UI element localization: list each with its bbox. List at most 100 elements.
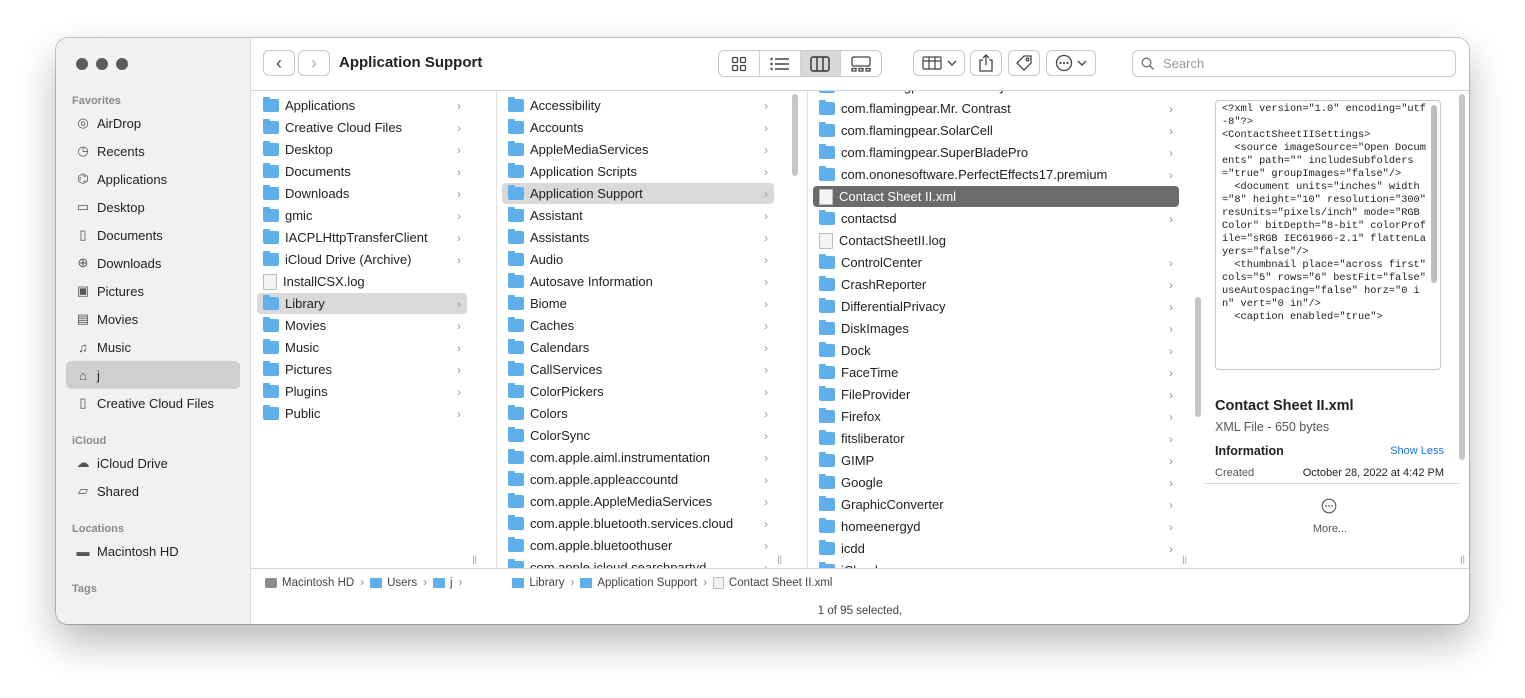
list-view-button[interactable] xyxy=(760,51,801,76)
folder-row[interactable]: Calendars › xyxy=(502,337,774,358)
folder-row[interactable]: Music › xyxy=(257,337,467,358)
sidebar-item-recents[interactable]: ◷ Recents xyxy=(66,137,240,165)
folder-row[interactable]: DifferentialPrivacy › xyxy=(813,296,1179,317)
sidebar-item-movies[interactable]: ▤ Movies xyxy=(66,305,240,333)
folder-row[interactable]: ColorSync › xyxy=(502,425,774,446)
file-row[interactable]: Contact Sheet II.xml xyxy=(813,186,1179,207)
folder-row[interactable]: AppleMediaServices › xyxy=(502,139,774,160)
folder-row[interactable]: Creative Cloud Files › xyxy=(257,117,467,138)
sidebar-item-music[interactable]: ♫ Music xyxy=(66,333,240,361)
folder-row[interactable]: Assistants › xyxy=(502,227,774,248)
folder-row[interactable]: GIMP › xyxy=(813,450,1179,471)
folder-row[interactable]: com.apple.AppleMediaServices › xyxy=(502,491,774,512)
folder-row[interactable]: com.ononesoftware.PerfectEffects17.premi… xyxy=(813,164,1179,185)
zoom-button[interactable] xyxy=(116,58,128,70)
folder-row[interactable]: CrashReporter › xyxy=(813,274,1179,295)
sidebar-item-macintosh-hd[interactable]: ▬ Macintosh HD xyxy=(66,537,240,565)
folder-row[interactable]: ControlCenter › xyxy=(813,252,1179,273)
folder-row[interactable]: Biome › xyxy=(502,293,774,314)
folder-row[interactable]: homeenergyd › xyxy=(813,516,1179,537)
folder-row[interactable]: Application Scripts › xyxy=(502,161,774,182)
folder-row[interactable]: Colors › xyxy=(502,403,774,424)
sidebar-item-shared[interactable]: ▱ Shared xyxy=(66,477,240,505)
sidebar-item-applications[interactable]: ⌬ Applications xyxy=(66,165,240,193)
folder-row[interactable]: ColorPickers › xyxy=(502,381,774,402)
sidebar-item-downloads[interactable]: ⊕ Downloads xyxy=(66,249,240,277)
folder-row[interactable]: icdd › xyxy=(813,538,1179,559)
back-button[interactable]: ‹ xyxy=(263,50,295,76)
folder-row[interactable]: Assistant › xyxy=(502,205,774,226)
folder-row[interactable]: Accessibility › xyxy=(502,95,774,116)
folder-row[interactable]: Movies › xyxy=(257,315,467,336)
icon-view-button[interactable] xyxy=(719,51,760,76)
sidebar-item-documents[interactable]: ▯ Documents xyxy=(66,221,240,249)
folder-row[interactable]: Accounts › xyxy=(502,117,774,138)
folder-row[interactable]: Downloads › xyxy=(257,183,467,204)
folder-row[interactable]: Library › xyxy=(257,293,467,314)
show-less-link[interactable]: Show Less xyxy=(1390,445,1444,457)
folder-row[interactable]: FileProvider › xyxy=(813,384,1179,405)
folder-row[interactable]: Audio › xyxy=(502,249,774,270)
folder-row[interactable]: com.apple.aiml.instrumentation › xyxy=(502,447,774,468)
file-row[interactable]: InstallCSX.log xyxy=(257,271,467,292)
folder-row[interactable]: com.flamingpear.SuperBladePro › xyxy=(813,142,1179,163)
path-segment[interactable]: Users xyxy=(370,577,417,589)
path-segment[interactable]: Macintosh HD xyxy=(265,577,354,589)
folder-row[interactable]: fitsliberator › xyxy=(813,428,1179,449)
sidebar-item-j[interactable]: ⌂ j xyxy=(66,361,240,389)
more-label[interactable]: More... xyxy=(1205,523,1455,535)
search-field[interactable] xyxy=(1132,50,1456,77)
folder-row[interactable]: Autosave Information › xyxy=(502,271,774,292)
group-by-button[interactable] xyxy=(913,50,965,76)
file-row[interactable]: ContactSheetII.log xyxy=(813,230,1179,251)
file-preview[interactable]: <?xml version="1.0" encoding="utf-8"?> <… xyxy=(1215,100,1441,370)
column-view-button[interactable] xyxy=(800,51,842,76)
folder-row[interactable]: com.apple.bluetooth.services.cloud › xyxy=(502,513,774,534)
folder-row[interactable]: Caches › xyxy=(502,315,774,336)
sidebar-item-creative-cloud-files[interactable]: ▯ Creative Cloud Files xyxy=(66,389,240,417)
folder-row[interactable]: GraphicConverter › xyxy=(813,494,1179,515)
path-segment[interactable]: Library xyxy=(512,577,565,589)
sidebar-item-airdrop[interactable]: ◎ AirDrop xyxy=(66,109,240,137)
folder-row[interactable]: Plugins › xyxy=(257,381,467,402)
more-button[interactable] xyxy=(1311,498,1347,514)
folder-row[interactable]: Google › xyxy=(813,472,1179,493)
scrollbar-application-support[interactable] xyxy=(1195,297,1201,417)
close-button[interactable] xyxy=(76,58,88,70)
folder-row[interactable]: iCloud› xyxy=(813,560,1179,568)
folder-row[interactable]: com.apple.bluetoothuser › xyxy=(502,535,774,556)
preview-pane-scrollbar[interactable] xyxy=(1459,94,1465,460)
path-segment[interactable]: j xyxy=(432,577,453,589)
path-segment[interactable]: Contact Sheet II.xml xyxy=(712,577,832,589)
preview-scrollbar[interactable] xyxy=(1431,105,1437,283)
gallery-view-button[interactable] xyxy=(841,51,881,76)
folder-row[interactable]: Pictures › xyxy=(257,359,467,380)
column-resize-handle[interactable]: || xyxy=(1460,554,1465,564)
folder-row[interactable]: com.flamingpear.SolarCell › xyxy=(813,120,1179,141)
action-menu-button[interactable] xyxy=(1046,50,1096,76)
column-resize-handle[interactable]: || xyxy=(1182,554,1187,564)
folder-row[interactable]: com.flamingpear.Melancholytron › xyxy=(813,91,1179,97)
folder-row[interactable]: iCloud Drive (Archive) › xyxy=(257,249,467,270)
forward-button[interactable]: › xyxy=(298,50,330,76)
folder-row[interactable]: Application Support › xyxy=(502,183,774,204)
path-segment[interactable]: Application Support xyxy=(580,577,697,589)
sidebar-item-desktop[interactable]: ▭ Desktop xyxy=(66,193,240,221)
folder-row[interactable]: Documents › xyxy=(257,161,467,182)
folder-row[interactable]: contactsd › xyxy=(813,208,1179,229)
column-resize-handle[interactable]: || xyxy=(472,554,477,564)
folder-row[interactable]: IACPLHttpTransferClient › xyxy=(257,227,467,248)
minimize-button[interactable] xyxy=(96,58,108,70)
folder-row[interactable]: com.apple.appleaccountd › xyxy=(502,469,774,490)
folder-row[interactable]: CallServices › xyxy=(502,359,774,380)
share-button[interactable] xyxy=(970,50,1002,76)
sidebar-item-pictures[interactable]: ▣ Pictures xyxy=(66,277,240,305)
folder-row[interactable]: FaceTime › xyxy=(813,362,1179,383)
folder-row[interactable]: Public › xyxy=(257,403,467,424)
folder-row[interactable]: Applications › xyxy=(257,95,467,116)
tag-button[interactable] xyxy=(1008,50,1040,76)
folder-row[interactable]: Firefox › xyxy=(813,406,1179,427)
column-resize-handle[interactable]: || xyxy=(777,554,782,564)
folder-row[interactable]: gmic › xyxy=(257,205,467,226)
scrollbar-library[interactable] xyxy=(792,94,798,176)
